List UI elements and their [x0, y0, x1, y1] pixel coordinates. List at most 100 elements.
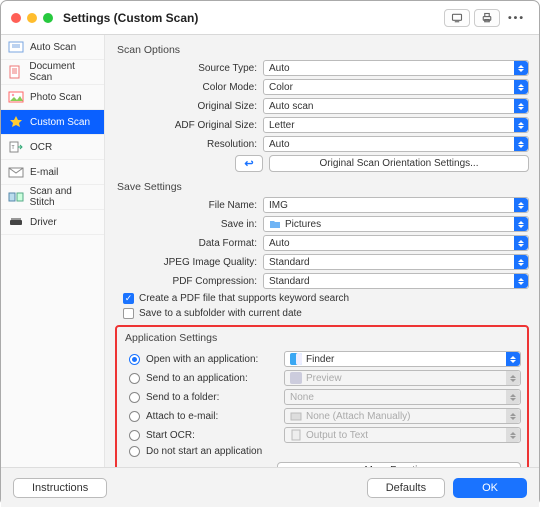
pdf-compression-label: PDF Compression:	[115, 276, 263, 287]
radio-no-start[interactable]	[129, 446, 140, 457]
defaults-button[interactable]: Defaults	[367, 478, 445, 498]
titlebar: Settings (Custom Scan) •••	[1, 1, 539, 35]
color-mode-label: Color Mode:	[115, 82, 263, 93]
preview-icon	[290, 372, 302, 384]
toolbar-scan-from-computer-button[interactable]	[444, 9, 470, 27]
send-app-select: Preview	[284, 370, 521, 386]
chevron-updown-icon	[514, 99, 528, 113]
chevron-updown-icon	[506, 352, 520, 366]
scan-options-heading: Scan Options	[115, 41, 529, 60]
keyword-search-checkbox-row[interactable]: ✓ Create a PDF file that supports keywor…	[123, 293, 529, 304]
chevron-updown-icon	[506, 390, 520, 404]
sidebar-item-custom-scan[interactable]: Custom Scan	[1, 110, 104, 135]
window-controls	[11, 13, 53, 23]
open-with-select[interactable]: Finder	[284, 351, 521, 367]
attach-email-select: None (Attach Manually)	[284, 408, 521, 424]
source-type-label: Source Type:	[115, 63, 263, 74]
sidebar-item-scan-and-stitch[interactable]: Scan and Stitch	[1, 185, 104, 210]
start-ocr-select: Output to Text	[284, 427, 521, 443]
sidebar-item-label: Photo Scan	[30, 92, 82, 103]
jpeg-quality-label: JPEG Image Quality:	[115, 257, 263, 268]
rotate-button[interactable]: ↩︎	[235, 155, 263, 172]
chevron-updown-icon	[506, 371, 520, 385]
application-settings-section: Application Settings Open with an applic…	[115, 325, 529, 467]
chevron-updown-icon	[514, 137, 528, 151]
color-mode-select[interactable]: Color	[263, 79, 529, 95]
save-settings-heading: Save Settings	[115, 178, 529, 197]
resolution-label: Resolution:	[115, 139, 263, 150]
sidebar-item-label: Auto Scan	[30, 42, 76, 53]
photo-scan-icon	[7, 90, 25, 104]
email-icon	[7, 165, 25, 179]
original-size-select[interactable]: Auto scan	[263, 98, 529, 114]
sidebar-item-driver[interactable]: Driver	[1, 210, 104, 235]
ocr-icon: T	[7, 140, 25, 154]
sidebar-item-label: Custom Scan	[30, 117, 90, 128]
keyword-search-label: Create a PDF file that supports keyword …	[139, 293, 349, 304]
sidebar-item-photo-scan[interactable]: Photo Scan	[1, 85, 104, 110]
open-with-label: Open with an application:	[146, 354, 278, 365]
radio-open-with[interactable]	[129, 354, 140, 365]
sidebar-item-label: Document Scan	[29, 61, 98, 83]
sidebar-item-document-scan[interactable]: Document Scan	[1, 60, 104, 85]
save-in-label: Save in:	[115, 219, 263, 230]
adf-size-label: ADF Original Size:	[115, 120, 263, 131]
checkbox-icon: ✓	[123, 293, 134, 304]
folder-icon	[269, 218, 281, 230]
sidebar-item-ocr[interactable]: T OCR	[1, 135, 104, 160]
minimize-icon[interactable]	[27, 13, 37, 23]
sidebar-item-auto-scan[interactable]: Auto Scan	[1, 35, 104, 60]
data-format-select[interactable]: Auto	[263, 235, 529, 251]
chevron-updown-icon	[514, 118, 528, 132]
source-type-select[interactable]: Auto	[263, 60, 529, 76]
text-icon	[290, 429, 302, 441]
chevron-updown-icon	[514, 80, 528, 94]
save-in-select[interactable]: Pictures	[263, 216, 529, 232]
attach-email-label: Attach to e-mail:	[146, 411, 278, 422]
chevron-updown-icon	[514, 61, 528, 75]
adf-size-select[interactable]: Letter	[263, 117, 529, 133]
jpeg-quality-select[interactable]: Standard	[263, 254, 529, 270]
driver-icon	[7, 215, 25, 229]
send-folder-label: Send to a folder:	[146, 392, 278, 403]
send-app-label: Send to an application:	[146, 373, 278, 384]
radio-send-app[interactable]	[129, 373, 140, 384]
radio-start-ocr[interactable]	[129, 430, 140, 441]
toolbar-scan-from-printer-button[interactable]	[474, 9, 500, 27]
document-scan-icon	[7, 65, 24, 79]
orientation-settings-button[interactable]: Original Scan Orientation Settings...	[269, 155, 529, 172]
sidebar-item-email[interactable]: E-mail	[1, 160, 104, 185]
radio-attach-email[interactable]	[129, 411, 140, 422]
chevron-updown-icon	[506, 409, 520, 423]
ok-button[interactable]: OK	[453, 478, 527, 498]
sidebar-item-label: Scan and Stitch	[30, 186, 98, 208]
chevron-updown-icon	[514, 198, 528, 212]
more-functions-button[interactable]: More Functions	[277, 462, 521, 467]
chevron-updown-icon	[514, 236, 528, 250]
send-folder-select: None	[284, 389, 521, 405]
sidebar: Auto Scan Document Scan Photo Scan Custo…	[1, 35, 105, 467]
stitch-icon	[7, 190, 25, 204]
pdf-compression-select[interactable]: Standard	[263, 273, 529, 289]
window-title: Settings (Custom Scan)	[63, 11, 198, 25]
start-ocr-label: Start OCR:	[146, 430, 278, 441]
original-size-label: Original Size:	[115, 101, 263, 112]
checkbox-icon	[123, 308, 134, 319]
file-name-select[interactable]: IMG	[263, 197, 529, 213]
file-name-label: File Name:	[115, 200, 263, 211]
close-icon[interactable]	[11, 13, 21, 23]
zoom-icon[interactable]	[43, 13, 53, 23]
footer: Instructions Defaults OK	[1, 467, 539, 507]
subfolder-checkbox-row[interactable]: Save to a subfolder with current date	[123, 308, 529, 319]
radio-send-folder[interactable]	[129, 392, 140, 403]
chevron-updown-icon	[514, 217, 528, 231]
finder-icon	[290, 353, 302, 365]
resolution-select[interactable]: Auto	[263, 136, 529, 152]
more-icon[interactable]: •••	[504, 12, 529, 24]
app-settings-heading: Application Settings	[123, 332, 521, 348]
content-area: Scan Options Source Type: Auto Color Mod…	[105, 35, 539, 467]
svg-text:T: T	[12, 145, 15, 151]
instructions-button[interactable]: Instructions	[13, 478, 107, 498]
data-format-label: Data Format:	[115, 238, 263, 249]
sidebar-item-label: OCR	[30, 142, 52, 153]
